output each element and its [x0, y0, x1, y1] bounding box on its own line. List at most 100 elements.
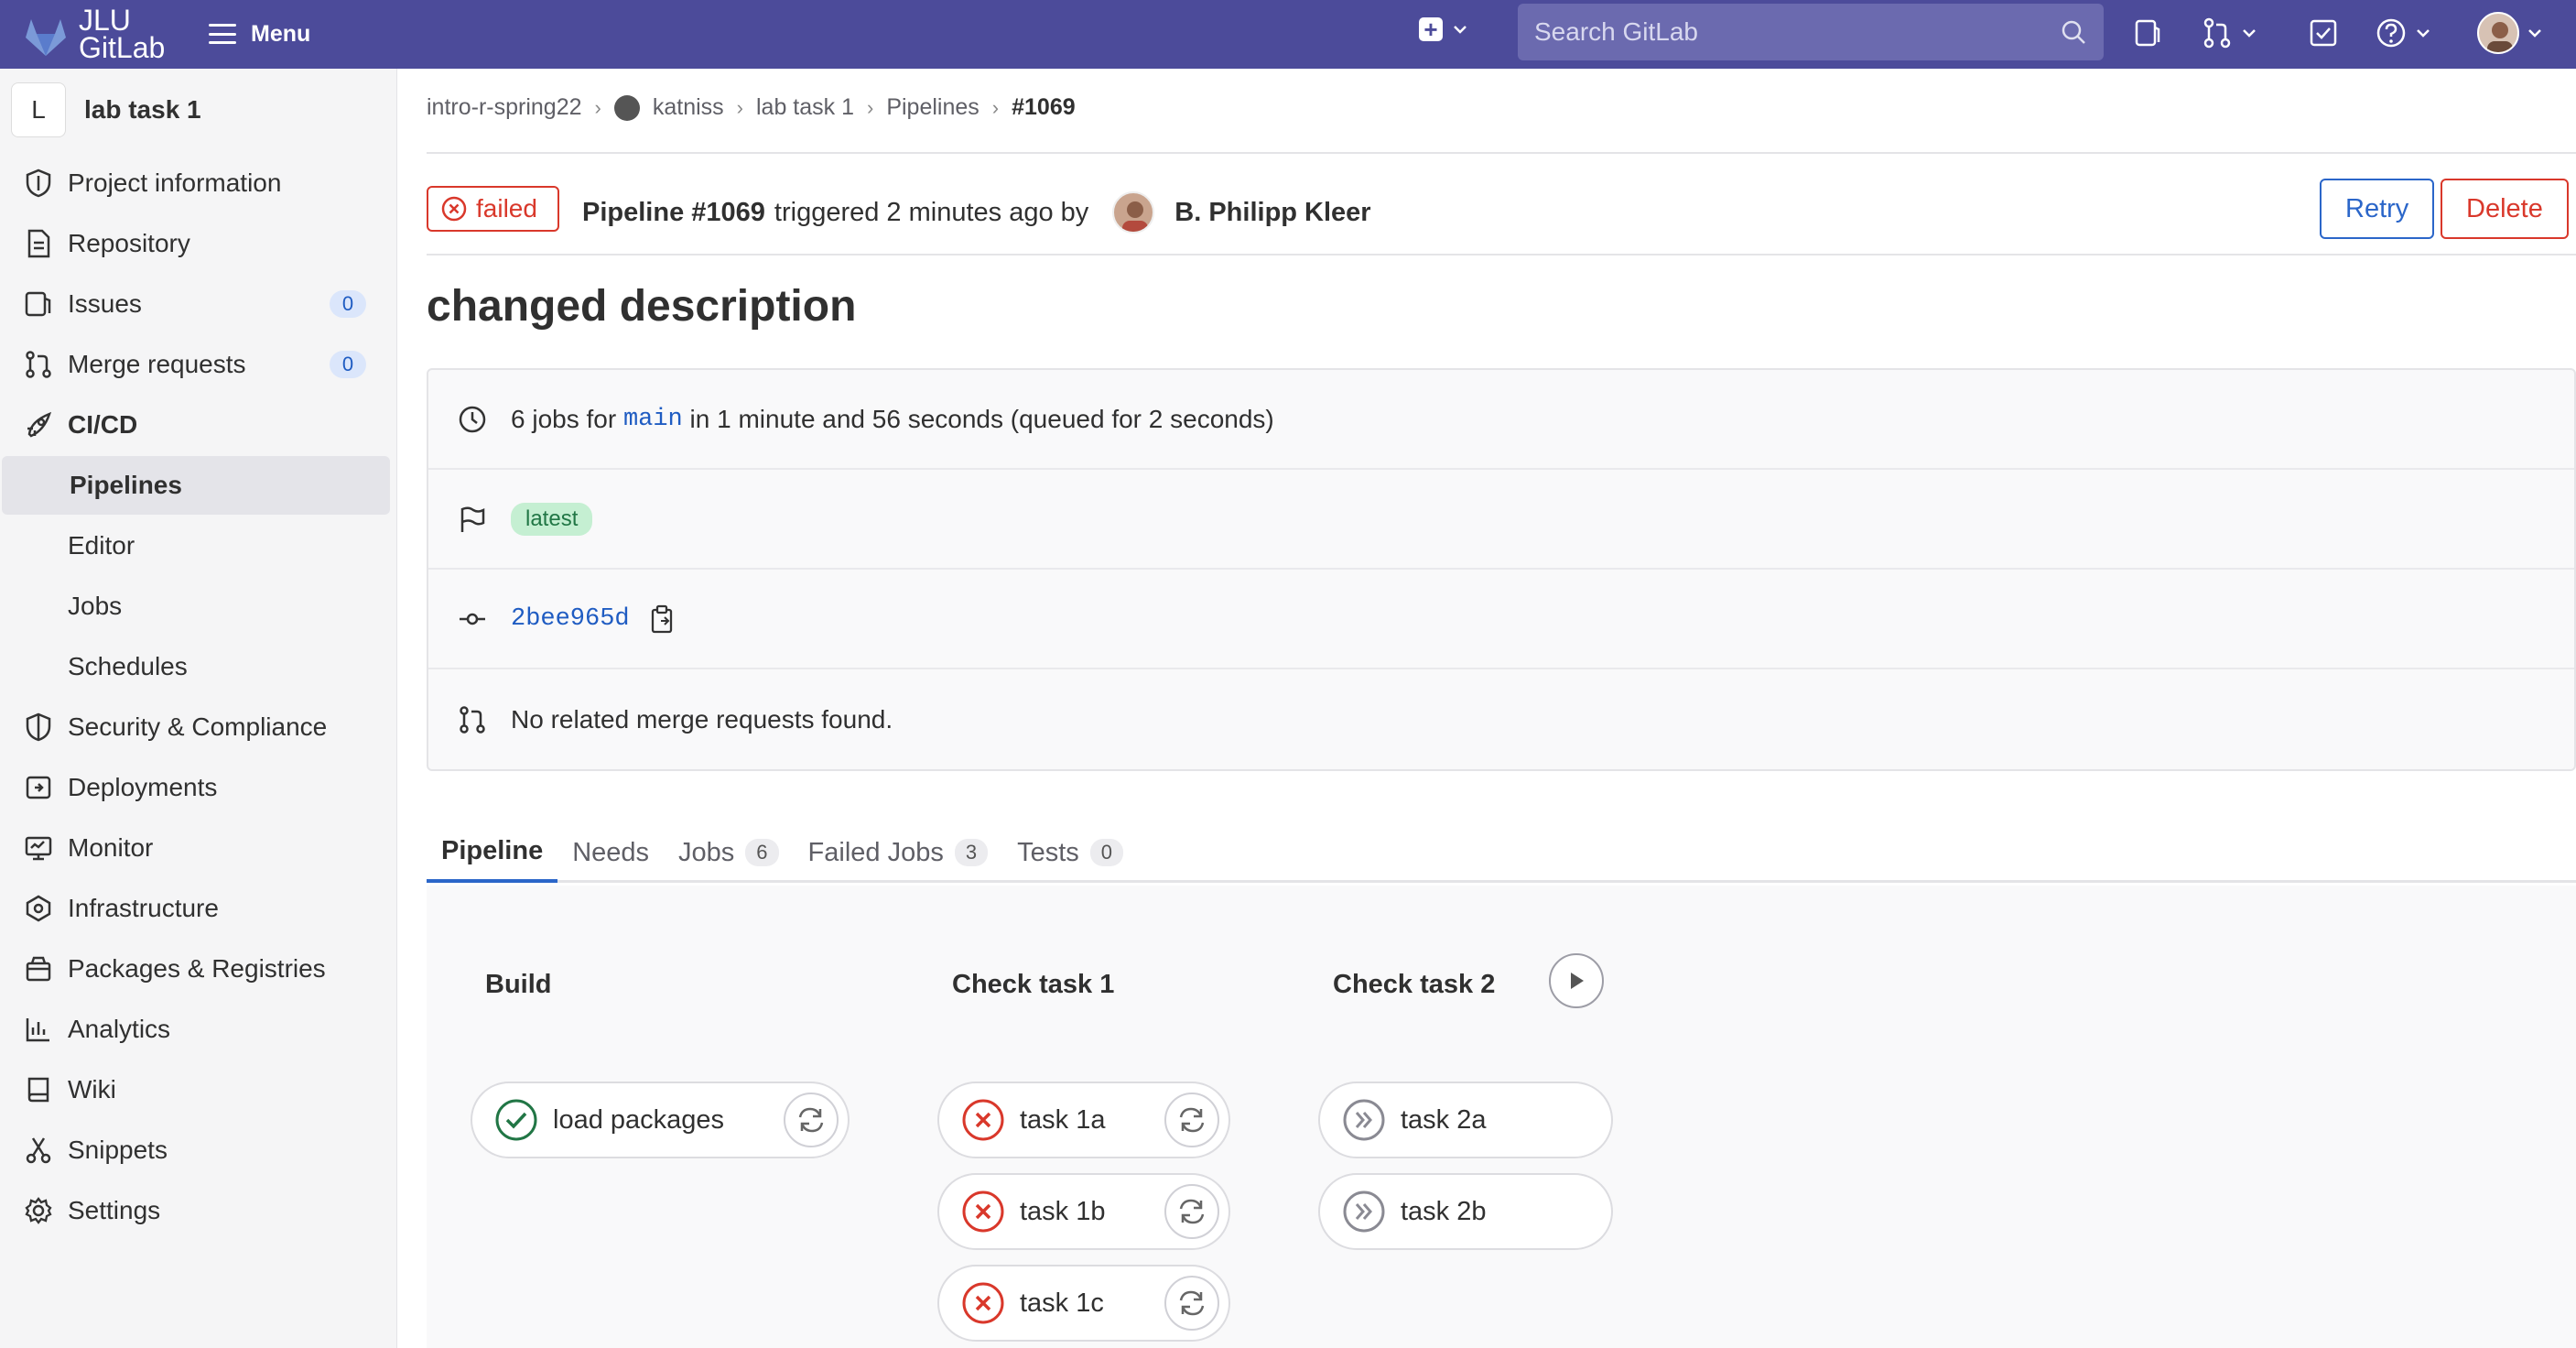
breadcrumb-group[interactable]: intro-r-spring22: [427, 94, 582, 121]
sidebar-item-schedules[interactable]: Schedules: [0, 637, 390, 696]
merge-requests-top-button[interactable]: [2201, 13, 2257, 53]
scissors-icon: [26, 1137, 51, 1164]
sidebar-item-label: Analytics: [68, 1015, 171, 1043]
help-top-button[interactable]: [2375, 13, 2431, 53]
merge-request-icon: [2203, 17, 2231, 49]
issues-top-button[interactable]: [2131, 13, 2164, 53]
clock-icon: [459, 406, 486, 432]
search-input[interactable]: [1534, 17, 2060, 47]
trigger-user[interactable]: B. Philipp Kleer: [1174, 198, 1370, 228]
no-merge-requests-text: No related merge requests found.: [511, 704, 893, 734]
create-new-button[interactable]: +: [1419, 17, 1468, 41]
sidebar-item-monitor[interactable]: Monitor: [0, 819, 390, 877]
status-label: failed: [476, 194, 537, 223]
pipeline-header: failed Pipeline #1069 triggered 2 minute…: [427, 179, 2576, 245]
sidebar-item-cicd[interactable]: CI/CD: [0, 396, 390, 454]
retry-job-button[interactable]: [784, 1093, 839, 1147]
breadcrumb-project[interactable]: lab task 1: [756, 94, 854, 121]
branch-link[interactable]: main: [623, 406, 683, 433]
user-menu-button[interactable]: [2477, 12, 2543, 54]
sidebar-item-merge-requests[interactable]: Merge requests 0: [0, 335, 390, 394]
job-task-1b[interactable]: task 1b: [937, 1173, 1230, 1250]
breadcrumb: intro-r-spring22 › katniss › lab task 1 …: [427, 94, 1076, 121]
sidebar-item-label: Editor: [68, 531, 135, 560]
sidebar-item-repository[interactable]: Repository: [0, 214, 390, 273]
search-box[interactable]: [1518, 4, 2104, 60]
sidebar-item-jobs[interactable]: Jobs: [0, 577, 390, 636]
tab-tests[interactable]: Tests 0: [1002, 822, 1138, 883]
sidebar-item-label: Deployments: [68, 773, 218, 801]
tab-label: Jobs: [678, 837, 735, 867]
sidebar-item-snippets[interactable]: Snippets: [0, 1121, 390, 1180]
job-load-packages[interactable]: load packages: [471, 1082, 850, 1158]
copy-clipboard-icon[interactable]: [648, 604, 676, 634]
job-task-2b[interactable]: task 2b: [1318, 1173, 1613, 1250]
retry-icon: [1179, 1290, 1205, 1316]
sidebar-item-label: Infrastructure: [68, 894, 219, 922]
tab-count-badge: 6: [745, 839, 779, 866]
job-task-1a[interactable]: task 1a: [937, 1082, 1230, 1158]
retry-job-button[interactable]: [1164, 1184, 1219, 1239]
job-task-2a[interactable]: task 2a: [1318, 1082, 1613, 1158]
jobs-summary-suffix: in 1 minute and 56 seconds (queued for 2…: [689, 404, 1274, 433]
retry-button[interactable]: Retry: [2320, 179, 2435, 239]
chevron-down-icon: [2243, 29, 2256, 38]
sidebar-item-editor[interactable]: Editor: [0, 516, 390, 575]
sidebar-item-label: Wiki: [68, 1075, 116, 1103]
shield-icon: [26, 712, 51, 742]
avatar[interactable]: [1112, 191, 1155, 234]
sidebar-item-analytics[interactable]: Analytics: [0, 1000, 390, 1059]
sidebar-item-infrastructure[interactable]: Infrastructure: [0, 879, 390, 938]
sidebar-item-label: Schedules: [68, 652, 188, 680]
tab-label: Failed Jobs: [807, 837, 944, 867]
tags-row: latest: [428, 470, 2574, 570]
sidebar-item-pipelines[interactable]: Pipelines: [2, 456, 390, 515]
breadcrumb-separator: ›: [736, 95, 743, 119]
monitor-icon: [25, 836, 52, 861]
failed-status-icon: [962, 1190, 1004, 1233]
hamburger-icon: [209, 24, 236, 44]
sidebar-item-settings[interactable]: Settings: [0, 1181, 390, 1240]
status-badge[interactable]: failed: [427, 186, 559, 232]
info-shield-icon: [26, 168, 51, 198]
tab-pipeline[interactable]: Pipeline: [427, 822, 558, 883]
sidebar-item-issues[interactable]: Issues 0: [0, 275, 390, 333]
gitlab-logo[interactable]: JLU GitLab: [18, 4, 165, 64]
sidebar-item-project-information[interactable]: Project information: [0, 154, 390, 212]
issues-icon: [25, 291, 51, 317]
issues-count-badge: 0: [330, 290, 366, 318]
job-name: task 1a: [1020, 1104, 1106, 1135]
project-avatar: L: [11, 82, 66, 137]
breadcrumb-namespace[interactable]: katniss: [653, 94, 724, 121]
retry-job-button[interactable]: [1164, 1093, 1219, 1147]
sidebar-item-deployments[interactable]: Deployments: [0, 758, 390, 817]
sidebar-item-packages-registries[interactable]: Packages & Registries: [0, 940, 390, 998]
menu-button[interactable]: Menu: [209, 13, 310, 55]
tab-needs[interactable]: Needs: [557, 822, 664, 883]
rocket-icon: [27, 411, 52, 438]
breadcrumb-pipelines[interactable]: Pipelines: [886, 94, 979, 121]
sidebar-item-wiki[interactable]: Wiki: [0, 1060, 390, 1119]
top-navbar: JLU GitLab Menu +: [0, 0, 2576, 69]
book-icon: [27, 1077, 49, 1103]
todos-top-button[interactable]: [2307, 13, 2340, 53]
sidebar-item-label: Snippets: [68, 1136, 168, 1164]
chevron-down-icon: [2528, 29, 2541, 38]
skipped-status-icon: [1343, 1190, 1385, 1233]
analytics-icon: [26, 1018, 49, 1042]
tab-jobs[interactable]: Jobs 6: [664, 822, 794, 883]
stage-title-check-task-2: Check task 2: [1333, 970, 1496, 999]
breadcrumb-separator: ›: [991, 95, 1000, 119]
sidebar-project-header[interactable]: L lab task 1: [11, 80, 201, 140]
delete-button[interactable]: Delete: [2441, 179, 2569, 239]
breadcrumb-current[interactable]: #1069: [1012, 94, 1076, 121]
commit-sha-link[interactable]: 2bee965d: [511, 605, 630, 633]
todo-checkbox-icon: [2310, 19, 2337, 47]
breadcrumb-separator: ›: [594, 95, 601, 119]
job-task-1c[interactable]: task 1c: [937, 1265, 1230, 1342]
run-stage-button[interactable]: [1549, 953, 1604, 1008]
tab-failed-jobs[interactable]: Failed Jobs 3: [794, 822, 1003, 883]
jobs-summary-prefix: 6 jobs for: [511, 404, 617, 433]
retry-job-button[interactable]: [1164, 1276, 1219, 1331]
sidebar-item-security-compliance[interactable]: Security & Compliance: [0, 698, 390, 756]
